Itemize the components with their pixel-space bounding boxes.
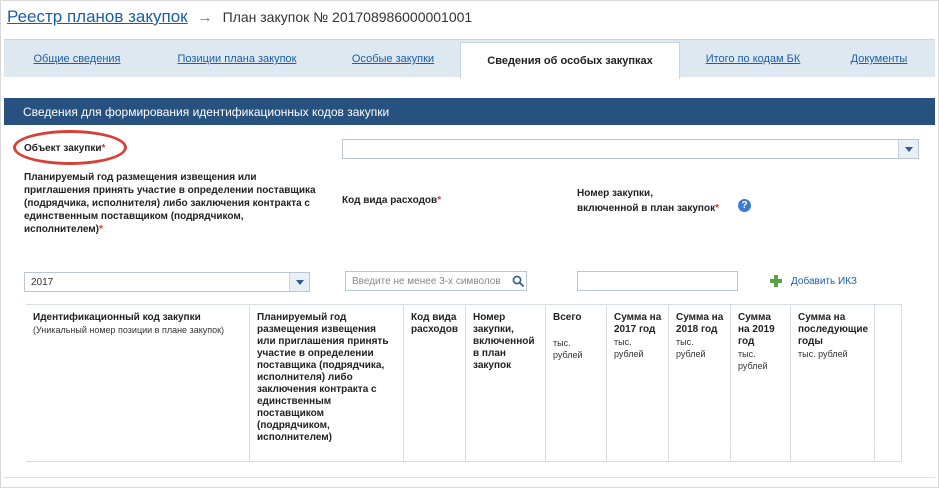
table-header-title: Сумма на последующие годы — [798, 312, 869, 347]
add-ikz-button[interactable]: Добавить ИКЗ — [770, 275, 857, 287]
table-header-ikz: Идентификационный код закупки (Уникальны… — [26, 305, 250, 462]
table-header-title: Идентификационный код закупки — [33, 312, 201, 323]
table-header-purchase-number: Номер закупки, включенной в план закупок — [466, 305, 546, 462]
table-header-sub: тыс. рублей — [738, 349, 768, 371]
table-header-expense-code: Код вида расходов — [404, 305, 466, 462]
table-header-sub: тыс. рублей — [798, 349, 848, 359]
tab-documents[interactable]: Документы — [844, 40, 914, 78]
year-select-value: 2017 — [31, 276, 54, 288]
breadcrumb: Реестр планов закупок → План закупок № 2… — [7, 7, 472, 31]
plus-icon — [770, 275, 782, 287]
tab-special-purchases[interactable]: Особые закупки — [340, 40, 446, 78]
expense-code-label: Код вида расходов* — [342, 194, 441, 207]
page: Реестр планов закупок → План закупок № 2… — [0, 0, 939, 488]
object-select[interactable] — [342, 139, 919, 159]
table-header-sub: тыс. рублей — [614, 337, 644, 359]
year-label-text: Планируемый год размещения извещения или… — [24, 172, 316, 235]
table-header-sum-2019: Сумма на 2019 год тыс. рублей — [731, 305, 791, 462]
divider — [4, 477, 935, 478]
help-icon[interactable]: ? — [738, 199, 751, 212]
chevron-down-icon[interactable] — [898, 140, 918, 158]
purchase-number-label-line2: включенной в план закупок — [577, 203, 716, 214]
table-header-total: Всего тыс. рублей — [546, 305, 607, 462]
year-label: Планируемый год размещения извещения или… — [24, 171, 316, 236]
expense-code-label-text: Код вида расходов — [342, 195, 438, 206]
breadcrumb-arrow-icon: → — [197, 9, 213, 26]
table-header-title: Планируемый год размещения извещения или… — [257, 312, 389, 443]
table-header-sum-2017: Сумма на 2017 год тыс. рублей — [607, 305, 669, 462]
table-header-actions — [875, 305, 902, 462]
tab-general-info[interactable]: Общие сведения — [14, 40, 140, 78]
table-header-sub: тыс. рублей — [676, 337, 706, 359]
ikz-table: Идентификационный код закупки (Уникальны… — [26, 304, 902, 462]
required-mark: * — [715, 203, 719, 214]
tab-bar: Общие сведения Позиции плана закупок Осо… — [4, 39, 935, 79]
table-header-title: Сумма на 2019 год — [738, 312, 775, 347]
table-header-sum-later: Сумма на последующие годы тыс. рублей — [791, 305, 875, 462]
purchase-number-label-line1: Номер закупки, — [577, 188, 653, 199]
table-header-title: Номер закупки, включенной в план закупок — [473, 312, 535, 371]
year-select[interactable]: 2017 — [24, 272, 310, 292]
table-header-sub: (Уникальный номер позиции в плане закупо… — [33, 325, 225, 335]
table-header-title: Сумма на 2017 год — [614, 312, 662, 335]
object-label: Объект закупки* — [24, 142, 105, 155]
page-title: План закупок № 2017089860000​01001 — [222, 9, 473, 25]
object-label-text: Объект закупки — [24, 143, 102, 154]
purchase-number-label: Номер закупки, включенной в план закупок… — [577, 187, 719, 215]
chevron-down-icon[interactable] — [289, 273, 309, 291]
tab-totals-by-bk[interactable]: Итого по кодам БК — [697, 40, 809, 78]
required-mark: * — [99, 224, 103, 235]
required-mark: * — [101, 143, 106, 154]
add-ikz-label: Добавить ИКЗ — [791, 275, 857, 287]
tab-plan-positions[interactable]: Позиции плана закупок — [167, 40, 307, 78]
section-header: Сведения для формирования идентификацион… — [4, 98, 935, 125]
purchase-number-input[interactable] — [577, 271, 738, 291]
breadcrumb-link-plans-registry[interactable]: Реестр планов закупок — [7, 7, 188, 27]
table-header-title: Код вида расходов — [411, 312, 458, 335]
required-mark: * — [437, 195, 442, 206]
tab-special-purchases-info[interactable]: Сведения об особых закупках — [460, 42, 680, 79]
table-header-title: Всего — [553, 312, 582, 323]
table-header-sub: тыс. рублей — [553, 338, 583, 360]
table-header-sum-2018: Сумма на 2018 год тыс. рублей — [669, 305, 731, 462]
search-icon[interactable] — [512, 275, 524, 287]
table-header-year: Планируемый год размещения извещения или… — [250, 305, 404, 462]
table-header-title: Сумма на 2018 год — [676, 312, 724, 335]
expense-code-search-input[interactable] — [345, 271, 527, 291]
